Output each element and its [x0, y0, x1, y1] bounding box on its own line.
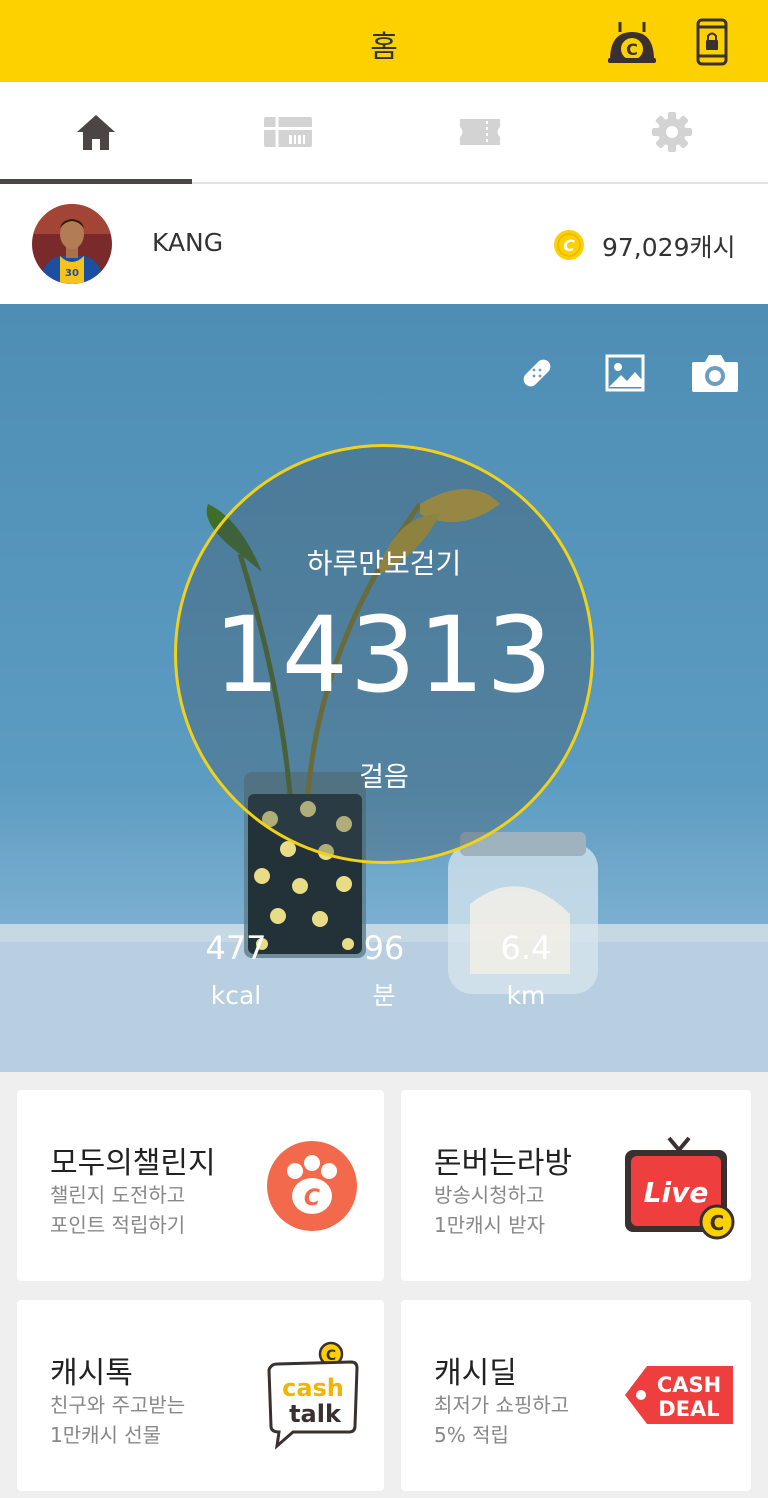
cashtalk-icon: C cash talk	[263, 1340, 363, 1454]
card-subtitle: 방송시청하고 1만캐시 받자	[434, 1183, 546, 1237]
card-subtitle: 최저가 쇼핑하고 5% 적립	[434, 1393, 570, 1447]
distance-value: 6.4	[500, 929, 552, 967]
step-counter-hero: 하루만보걷기 14313 걸음 477 kcal 96 분 6.4 km	[0, 304, 768, 1072]
live-tv-icon: Live C	[621, 1134, 739, 1248]
bandage-icon[interactable]	[512, 348, 562, 398]
tab-settings[interactable]	[576, 82, 768, 182]
card-title: 캐시톡	[50, 1356, 133, 1391]
settings-gear-icon	[652, 112, 692, 152]
main-tab-bar	[0, 82, 768, 184]
step-count: 14313	[213, 594, 555, 716]
svg-text:C: C	[563, 236, 575, 255]
gift-card-icon	[264, 117, 312, 147]
step-progress-ring[interactable]: 하루만보걷기 14313 걸음	[174, 444, 594, 864]
minutes-unit: 분	[372, 981, 396, 1010]
svg-text:talk: talk	[289, 1400, 342, 1428]
image-icon[interactable]	[600, 348, 650, 398]
svg-text:CASH: CASH	[657, 1373, 721, 1397]
step-unit: 걸음	[359, 762, 409, 793]
distance-unit: km	[506, 981, 546, 1010]
stat-calories: 477 kcal	[176, 928, 296, 1016]
camera-icon[interactable]	[690, 348, 740, 398]
calories-unit: kcal	[210, 981, 262, 1010]
home-icon	[77, 115, 115, 150]
card-title: 돈버는라방	[434, 1146, 572, 1181]
tab-ticket[interactable]	[384, 82, 576, 182]
card-cashtalk[interactable]: 캐시톡 친구와 주고받는 1만캐시 선물 C cash talk	[17, 1300, 384, 1491]
tab-home[interactable]	[0, 82, 192, 182]
svg-text:C: C	[710, 1211, 725, 1235]
top-app-bar: 홈 C	[0, 0, 768, 82]
card-subtitle: 친구와 주고받는 1만캐시 선물	[50, 1393, 186, 1447]
svg-text:C: C	[626, 40, 638, 59]
minutes-value: 96	[363, 929, 405, 967]
cashdeal-tag-icon: CASH DEAL	[623, 1362, 735, 1432]
card-subtitle: 챌린지 도전하고 포인트 적립하기	[50, 1183, 186, 1237]
tab-gift-card[interactable]	[192, 82, 384, 182]
svg-text:C: C	[304, 1186, 320, 1211]
svg-text:DEAL: DEAL	[658, 1397, 719, 1421]
svg-text:30: 30	[65, 268, 79, 279]
svg-text:cash: cash	[282, 1374, 344, 1402]
cash-coin-icon: C	[553, 229, 585, 261]
avatar[interactable]: 30	[32, 204, 112, 284]
card-title: 모두의챌린지	[50, 1146, 216, 1181]
paw-coin-icon: C	[267, 1141, 357, 1235]
ticket-icon	[460, 119, 500, 145]
calories-value: 477	[205, 929, 267, 967]
phone-lock-icon[interactable]	[684, 14, 740, 70]
card-challenge[interactable]: 모두의챌린지 챌린지 도전하고 포인트 적립하기 C	[17, 1090, 384, 1281]
card-live[interactable]: 돈버는라방 방송시청하고 1만캐시 받자 Live C	[401, 1090, 751, 1281]
stat-minutes: 96 분	[324, 928, 444, 1016]
card-title: 캐시딜	[434, 1356, 517, 1391]
stat-distance: 6.4 km	[466, 928, 586, 1016]
card-cashdeal[interactable]: 캐시딜 최저가 쇼핑하고 5% 적립 CASH DEAL	[401, 1300, 751, 1491]
cash-robot-icon[interactable]: C	[604, 14, 660, 70]
cash-balance[interactable]: 97,029캐시	[602, 228, 735, 264]
svg-text:Live: Live	[644, 1176, 709, 1209]
challenge-label: 하루만보걷기	[306, 547, 462, 580]
profile-row: 30 KANG C 97,029캐시	[0, 184, 768, 304]
username: KANG	[152, 228, 224, 257]
